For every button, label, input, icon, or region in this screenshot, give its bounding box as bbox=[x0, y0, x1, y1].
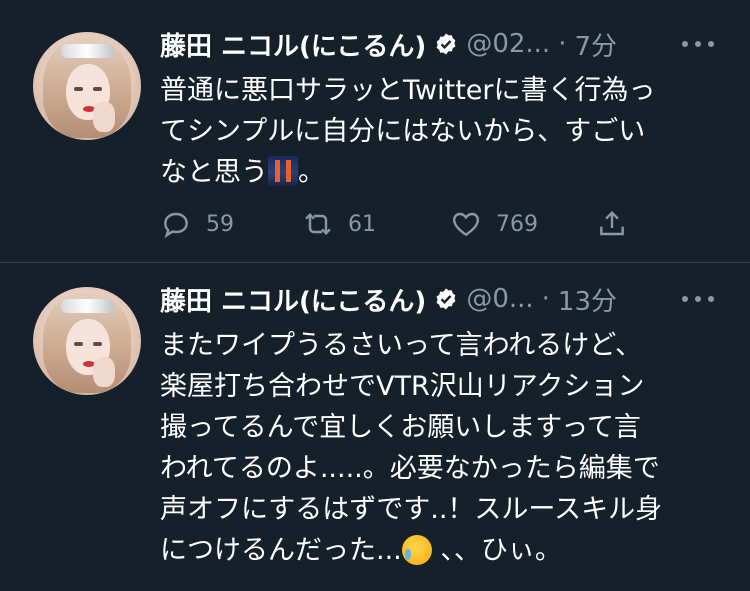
tweet-line: なと思う bbox=[160, 157, 268, 188]
share-icon bbox=[600, 210, 624, 236]
timestamp[interactable]: 7分 bbox=[574, 26, 617, 63]
tweet-1[interactable]: 藤田 ニコル(にこるん) @02... · 7分 普通に悪口サラッとTwitte… bbox=[0, 0, 750, 262]
timestamp[interactable]: 13分 bbox=[558, 281, 617, 318]
separator-dot: · bbox=[541, 284, 550, 314]
tweet-line: につけるんだった... bbox=[160, 535, 402, 566]
handle[interactable]: @02... bbox=[466, 29, 550, 59]
tweet-line: 楽屋打ち合わせでVTR沢山リアクション bbox=[160, 371, 645, 402]
reply-count: 59 bbox=[206, 211, 234, 237]
tweet-line: 撮ってるんで宜しくお願いしますって言 bbox=[160, 412, 641, 443]
tweet-line: 声オフにするはずです..！スルースキル身 bbox=[160, 494, 663, 525]
more-icon[interactable] bbox=[682, 295, 714, 303]
tweet-text: 普通に悪口サラッとTwitterに書く行為っ てシンプルに自分にはないから、すご… bbox=[160, 70, 720, 193]
reply-button[interactable]: 59 bbox=[160, 208, 234, 240]
separator-dot: · bbox=[558, 29, 567, 59]
tweet-2[interactable]: 藤田 ニコル(にこるん) @0... · 13分 またワイプうるさいって言われる… bbox=[0, 263, 750, 591]
tweet-line: 。 bbox=[298, 157, 325, 188]
tweet-header: 藤田 ニコル(にこるん) @0... · 13分 bbox=[160, 281, 617, 317]
avatar[interactable] bbox=[33, 32, 141, 140]
tweet-line: てシンプルに自分にはないから、すごい bbox=[160, 116, 646, 147]
tweet-line-last: なと思う。 bbox=[160, 152, 720, 193]
tweet-line-last: につけるんだった... 、、ひぃ。 bbox=[160, 530, 720, 571]
tweet-header: 藤田 ニコル(にこるん) @02... · 7分 bbox=[160, 26, 617, 62]
like-button[interactable]: 769 bbox=[450, 208, 538, 240]
retweet-button[interactable]: 61 bbox=[302, 208, 376, 240]
avatar[interactable] bbox=[33, 287, 141, 395]
like-icon bbox=[452, 212, 480, 237]
tweet-line: またワイプうるさいって言われるけど、 bbox=[160, 330, 642, 361]
like-count: 769 bbox=[496, 211, 538, 237]
tweet-actions: 59 61 769 bbox=[160, 204, 640, 244]
bridge-at-night-emoji-icon bbox=[268, 156, 298, 186]
display-name[interactable]: 藤田 ニコル(にこるん) bbox=[160, 26, 426, 63]
crying-face-emoji-icon bbox=[401, 535, 432, 565]
reply-icon bbox=[164, 212, 188, 239]
share-button[interactable] bbox=[596, 208, 628, 240]
tweet-line: 普通に悪口サラッとTwitterに書く行為っ bbox=[160, 75, 656, 106]
tweet-line: 、、ひぃ。 bbox=[440, 535, 562, 566]
verified-icon bbox=[436, 288, 456, 310]
handle[interactable]: @0... bbox=[466, 284, 533, 314]
retweet-icon bbox=[305, 212, 331, 236]
tweet-line: われてるのよ.....。必要なかったら編集で bbox=[160, 453, 660, 484]
more-icon[interactable] bbox=[682, 40, 714, 48]
retweet-count: 61 bbox=[348, 211, 376, 237]
display-name[interactable]: 藤田 ニコル(にこるん) bbox=[160, 281, 426, 318]
tweet-text: またワイプうるさいって言われるけど、 楽屋打ち合わせでVTR沢山リアクション 撮… bbox=[160, 325, 720, 571]
verified-icon bbox=[436, 33, 456, 55]
